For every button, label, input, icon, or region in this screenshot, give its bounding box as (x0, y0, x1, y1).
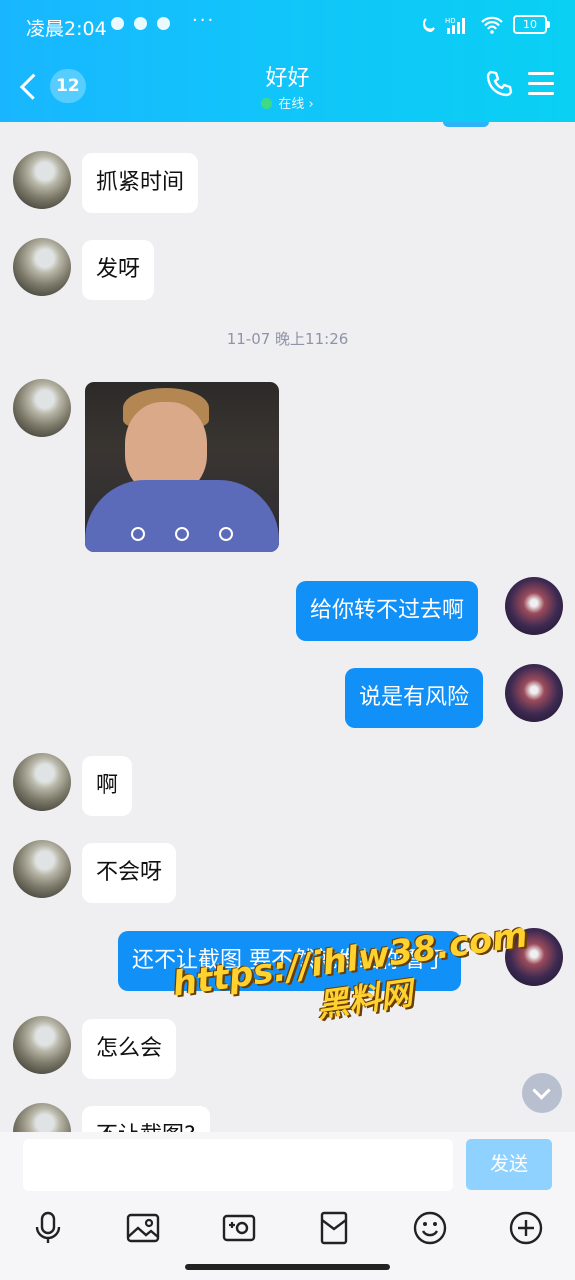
plus-icon[interactable] (508, 1210, 544, 1246)
contact-avatar[interactable] (13, 1103, 71, 1132)
battery-icon: 10 (513, 15, 550, 34)
signal-icon: HD (445, 17, 465, 34)
wifi-icon (481, 16, 503, 34)
my-avatar[interactable] (505, 928, 563, 986)
contact-avatar[interactable] (13, 151, 71, 209)
chat-header: 凌晨2:04 ··· HD 10 12 好好 在线 › (0, 0, 575, 122)
message-input[interactable] (23, 1139, 453, 1191)
previous-message-edge (443, 122, 489, 127)
status-bar: 凌晨2:04 ··· HD 10 (0, 0, 575, 52)
contact-avatar[interactable] (13, 753, 71, 811)
microphone-icon[interactable] (30, 1210, 66, 1246)
app-notification-icon (134, 17, 147, 30)
more-notifications-icon: ··· (192, 10, 216, 31)
message-bubble-incoming[interactable]: 啊 (82, 756, 133, 816)
home-indicator[interactable] (185, 1264, 390, 1270)
message-list[interactable]: 抓紧时间 发呀 11-07 晚上11:26 给你转不过去啊 说是有风险 啊 不会… (0, 122, 575, 1132)
message-bubble-outgoing[interactable]: 给你转不过去啊 (296, 581, 479, 641)
message-bubble-incoming[interactable]: 发呀 (82, 240, 155, 300)
image-icon[interactable] (125, 1210, 161, 1246)
online-dot-icon (261, 98, 273, 109)
composer: 发送 (0, 1132, 575, 1280)
contact-avatar[interactable] (13, 1016, 71, 1074)
notification-icons (111, 17, 170, 30)
network-type-label: HD (445, 17, 456, 25)
online-status-label: 在线 › (278, 97, 314, 112)
message-bubble-incoming[interactable]: 怎么会 (82, 1019, 177, 1079)
menu-icon[interactable] (528, 72, 554, 96)
contact-avatar[interactable] (13, 238, 71, 296)
send-button[interactable]: 发送 (466, 1139, 552, 1190)
message-bubble-incoming[interactable]: 抓紧时间 (82, 153, 199, 213)
phone-icon[interactable] (484, 68, 516, 100)
app-notification-icon (157, 17, 170, 30)
app-notification-icon (111, 17, 124, 30)
scroll-to-bottom-button[interactable] (522, 1073, 562, 1113)
image-message[interactable] (85, 382, 279, 552)
message-timestamp: 11-07 晚上11:26 (226, 330, 349, 348)
status-time: 凌晨2:04 (26, 18, 107, 40)
my-avatar[interactable] (505, 577, 563, 635)
message-bubble-outgoing[interactable]: 说是有风险 (345, 668, 484, 728)
system-icons: HD 10 (420, 15, 550, 34)
message-bubble-incoming[interactable]: 不让截图? (82, 1106, 210, 1132)
red-packet-icon[interactable] (316, 1210, 352, 1246)
my-avatar[interactable] (505, 664, 563, 722)
camera-icon[interactable] (221, 1210, 257, 1246)
contact-avatar[interactable] (13, 379, 71, 437)
message-bubble-outgoing[interactable]: 还不让截图 要不然就发给你看了 (118, 931, 461, 991)
input-toolbar (0, 1210, 575, 1250)
message-bubble-incoming[interactable]: 不会呀 (82, 843, 177, 903)
moon-icon (422, 17, 435, 32)
contact-avatar[interactable] (13, 840, 71, 898)
emoji-icon[interactable] (412, 1210, 448, 1246)
